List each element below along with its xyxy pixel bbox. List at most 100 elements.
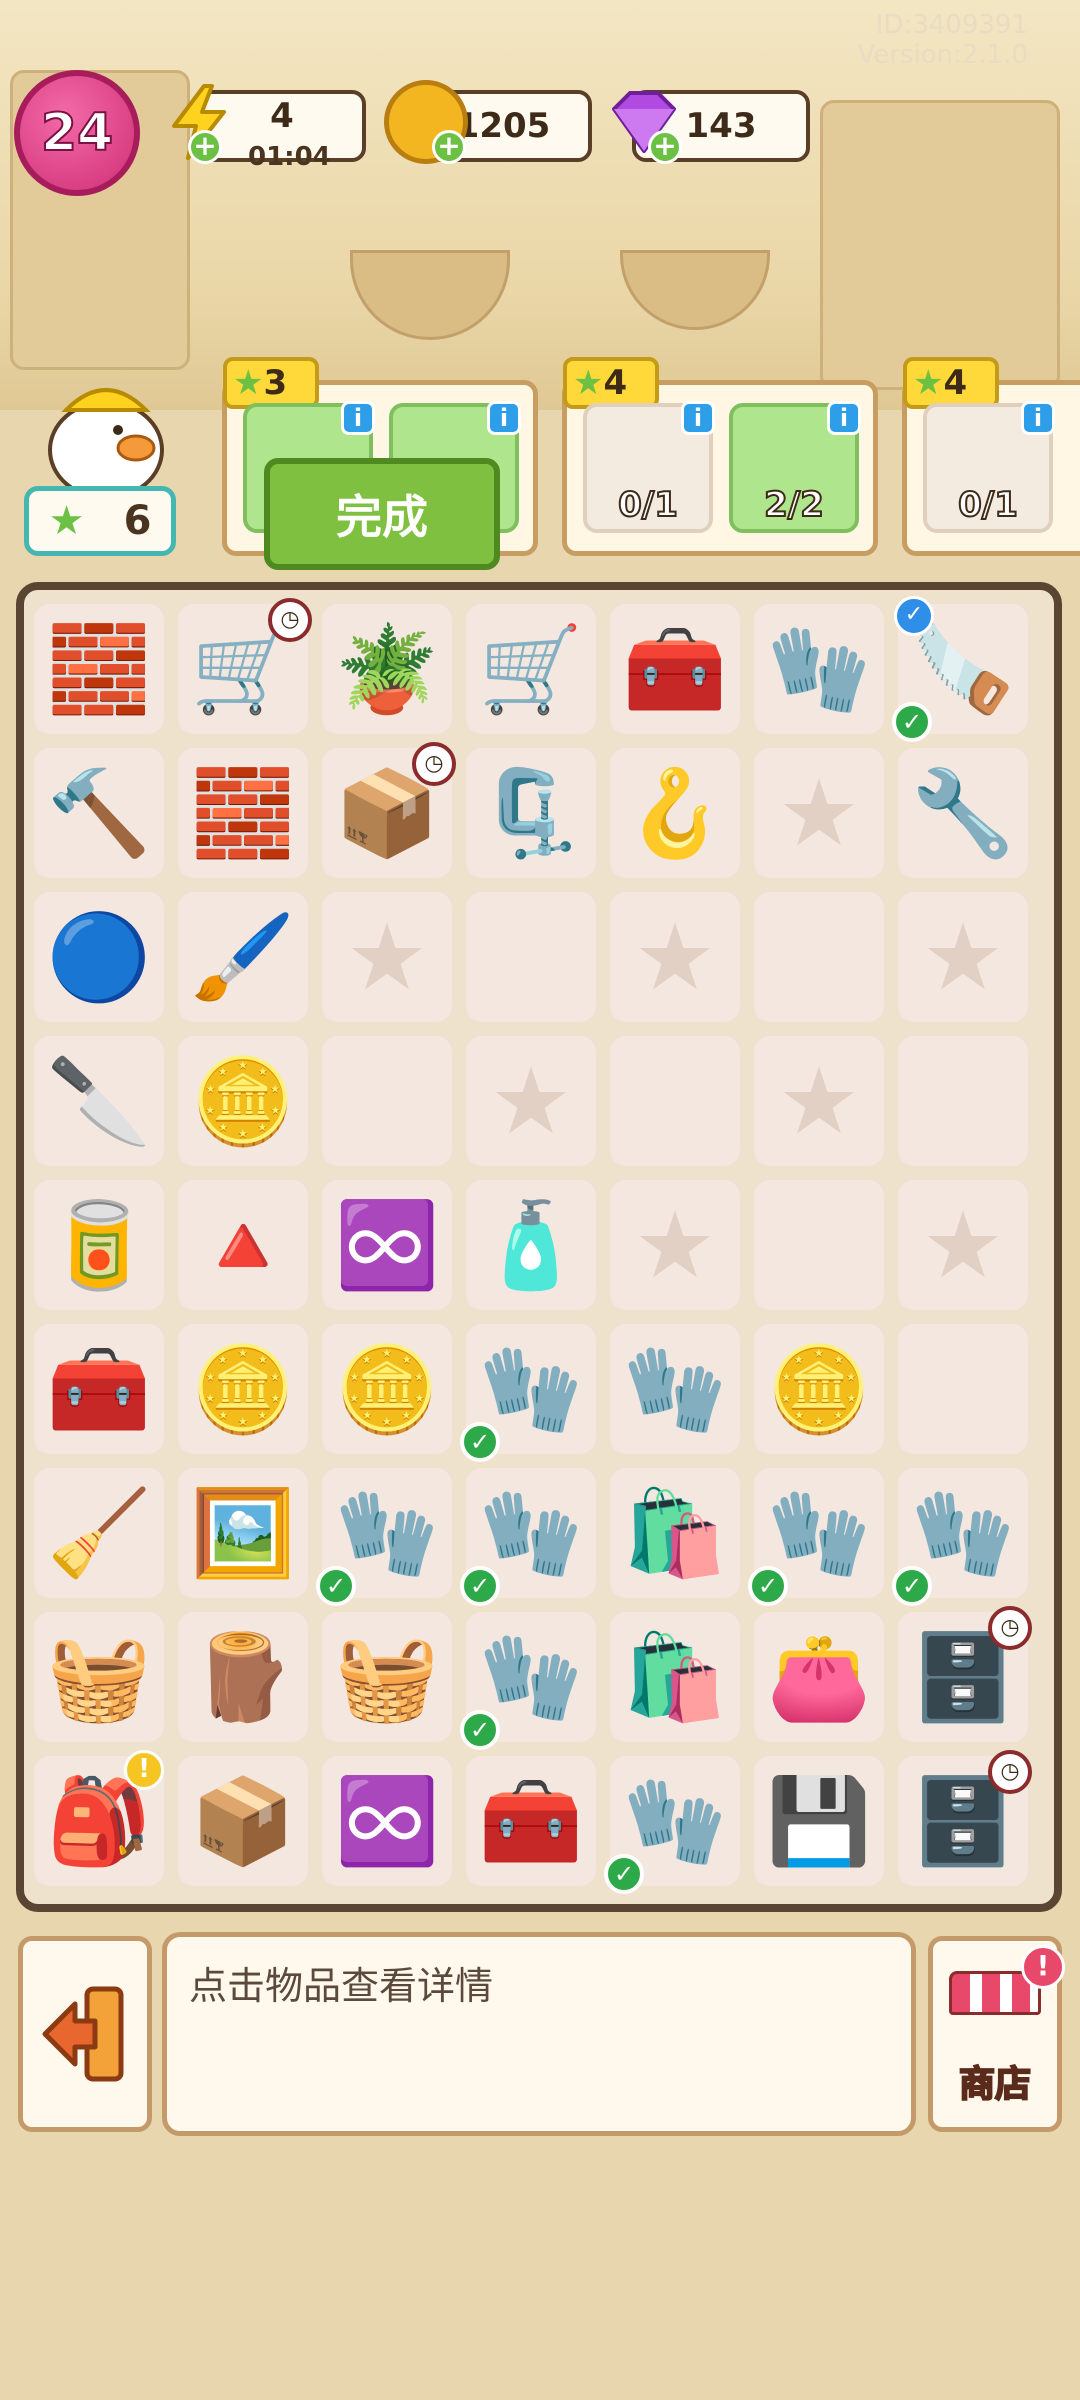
board-item-frame[interactable]: 🖼️ — [178, 1468, 308, 1598]
board-item-drawers[interactable]: 🗄️ ◷ — [898, 1750, 1032, 1886]
gloves-icon: 🧤 — [766, 620, 872, 718]
board-item-infinity-hex-pink[interactable]: ♾️ — [322, 1756, 452, 1886]
background-bowl — [350, 250, 510, 340]
complete-order-button[interactable]: 完成 — [264, 458, 500, 570]
board-item-shopping-cart[interactable]: 🛒 — [466, 604, 596, 734]
empty-cell[interactable] — [898, 1324, 1028, 1454]
version-label: Version:2.1.0 — [857, 40, 1028, 70]
board-item-work-gloves[interactable]: 🧤 ✓ — [748, 1468, 884, 1606]
board-item-basket-small[interactable]: 🧺 — [322, 1612, 452, 1742]
info-icon[interactable]: i — [827, 401, 861, 435]
board-item-work-gloves[interactable]: 🧤 ✓ — [460, 1468, 596, 1606]
board-item-plant-bucket[interactable]: 🪴 — [322, 604, 452, 734]
board-item-wallet[interactable]: 👛 — [754, 1612, 884, 1742]
board-item-green-box[interactable]: 🧰 — [34, 1324, 164, 1454]
shop-button[interactable]: ! 商店 — [928, 1936, 1065, 2132]
board-item-wood-chunk[interactable]: 🪵 — [178, 1612, 308, 1742]
board-item-toolbox-green[interactable]: 🧰 — [466, 1756, 596, 1886]
board-item-gloves[interactable]: 🧤 — [754, 604, 884, 734]
empty-cell[interactable] — [322, 1036, 452, 1166]
locked-cell-star-icon[interactable] — [754, 748, 884, 878]
board-item-cabinet[interactable]: 🗄️ ◷ — [898, 1606, 1032, 1742]
board-item-paint-roller[interactable]: 🖌️ — [178, 892, 308, 1022]
board-item-basket[interactable]: 🧺 — [34, 1612, 164, 1742]
dustpan-icon: 🧹 — [46, 1484, 152, 1582]
check-icon: ✓ — [460, 1566, 500, 1606]
board-item-sack[interactable]: 🛍️ — [610, 1468, 740, 1598]
toolbox-green-icon: 🧰 — [478, 1772, 584, 1870]
locked-cell-star-icon[interactable] — [898, 892, 1028, 1022]
duck-helper-avatar[interactable] — [36, 370, 176, 500]
empty-cell[interactable] — [898, 1036, 1028, 1166]
board-item-glove[interactable]: 🧤 ✓ — [604, 1756, 740, 1894]
player-level-badge[interactable]: 24 — [14, 70, 140, 196]
board-item-hacksaw[interactable]: 🪚 ✓ ✓ — [892, 596, 1028, 742]
board-item-glove[interactable]: 🧤 — [610, 1324, 740, 1454]
sack-icon: 🛍️ — [622, 1484, 728, 1582]
order-slot-saw[interactable]: i 0/1 — [923, 401, 1055, 533]
info-icon[interactable]: i — [1021, 401, 1055, 435]
locked-cell-star-icon[interactable] — [898, 1180, 1028, 1310]
exit-button[interactable] — [18, 1936, 152, 2132]
helper-star-count: 6 — [123, 498, 152, 544]
add-energy-button[interactable]: + — [188, 130, 222, 164]
coin-pile-icon: 🪙 — [190, 1340, 296, 1438]
board-item-pliers[interactable]: 🔧 — [898, 748, 1028, 878]
star-icon: ★ — [48, 498, 85, 544]
coin-stack-icon: 🪙 — [190, 1052, 296, 1150]
board-item-work-gloves[interactable]: 🧤 ✓ — [892, 1468, 1028, 1606]
board-item-circuit-board[interactable]: 💾 — [754, 1756, 884, 1886]
board-item-dustpan[interactable]: 🧹 — [34, 1468, 164, 1598]
board-item-paint-can[interactable]: 🥫 — [34, 1180, 164, 1310]
glove-icon: 🧤 — [622, 1772, 728, 1870]
board-item-coin[interactable]: 🪙 — [754, 1324, 884, 1454]
board-item-toolbox-green[interactable]: 🧰 — [610, 604, 740, 734]
board-item-work-gloves[interactable]: 🧤 ✓ — [460, 1612, 596, 1750]
bricks-icon: 🧱 — [190, 764, 296, 862]
board-item-sacks[interactable]: 🛍️ — [610, 1612, 740, 1742]
board-item-spray-can[interactable]: 🧴 — [466, 1180, 596, 1310]
locked-cell-star-icon[interactable] — [754, 1036, 884, 1166]
add-coins-button[interactable]: + — [432, 130, 466, 164]
backpack-icon: 🎒 — [46, 1772, 152, 1870]
board-item-backpack[interactable]: 🎒! — [34, 1750, 164, 1886]
empty-cell[interactable] — [610, 1036, 740, 1166]
order-card[interactable]: ★ 4 i 0/1 — [902, 357, 1080, 556]
board-item-crowbar[interactable]: 🪝 — [610, 748, 740, 878]
locked-cell-star-icon[interactable] — [610, 892, 740, 1022]
board-item-cardboard-box[interactable]: 📦 ◷ — [322, 742, 456, 878]
order-card[interactable]: ★ 4 i 0/1 i 2/2 — [562, 357, 878, 556]
info-icon[interactable]: i — [681, 401, 715, 435]
board-item-utility-knife[interactable]: 🔪 — [34, 1036, 164, 1166]
info-icon[interactable]: i — [341, 401, 375, 435]
board-item-bricks-pallet[interactable]: 🧱 — [34, 604, 164, 734]
empty-cell[interactable] — [466, 892, 596, 1022]
board-item-coins[interactable]: 🪙 — [322, 1324, 452, 1454]
empty-cell[interactable] — [754, 1180, 884, 1310]
empty-cell[interactable] — [754, 892, 884, 1022]
board-item-wheelbarrow[interactable]: 🛒 ◷ — [178, 598, 312, 734]
info-icon[interactable]: i — [487, 401, 521, 435]
board-item-work-gloves[interactable]: 🧤 ✓ — [460, 1324, 596, 1462]
locked-cell-star-icon[interactable] — [610, 1180, 740, 1310]
infinity-hex-pink-icon: ♾️ — [334, 1772, 440, 1870]
board-item-coin-stack[interactable]: 🪙 — [178, 1036, 308, 1166]
order-slot-gloves[interactable]: i 2/2 — [729, 401, 861, 533]
shop-label: 商店 — [958, 2063, 1032, 2106]
order-reward: ★ 4 — [563, 357, 659, 409]
board-item-infinity-hex-green[interactable]: ♾️ — [322, 1180, 452, 1310]
board-item-work-gloves[interactable]: 🧤 ✓ — [316, 1468, 452, 1606]
board-item-hammer[interactable]: 🔨 — [34, 748, 164, 878]
board-item-clamp[interactable]: 🗜️ — [466, 748, 596, 878]
bricks-pallet-icon: 🧱 — [46, 620, 152, 718]
board-item-bricks[interactable]: 🧱 — [178, 748, 308, 878]
board-item-trowel[interactable]: 🔺 — [178, 1180, 308, 1310]
board-item-bonus-10[interactable]: 🔵 — [34, 892, 164, 1022]
add-gems-button[interactable]: + — [648, 130, 682, 164]
order-slot-saw[interactable]: i 0/1 — [583, 401, 715, 533]
build-info: ID:3409391 Version:2.1.0 — [857, 10, 1028, 70]
locked-cell-star-icon[interactable] — [322, 892, 452, 1022]
board-item-cardboard-box-small[interactable]: 📦 — [178, 1756, 308, 1886]
board-item-coin-pile[interactable]: 🪙 — [178, 1324, 308, 1454]
locked-cell-star-icon[interactable] — [466, 1036, 596, 1166]
